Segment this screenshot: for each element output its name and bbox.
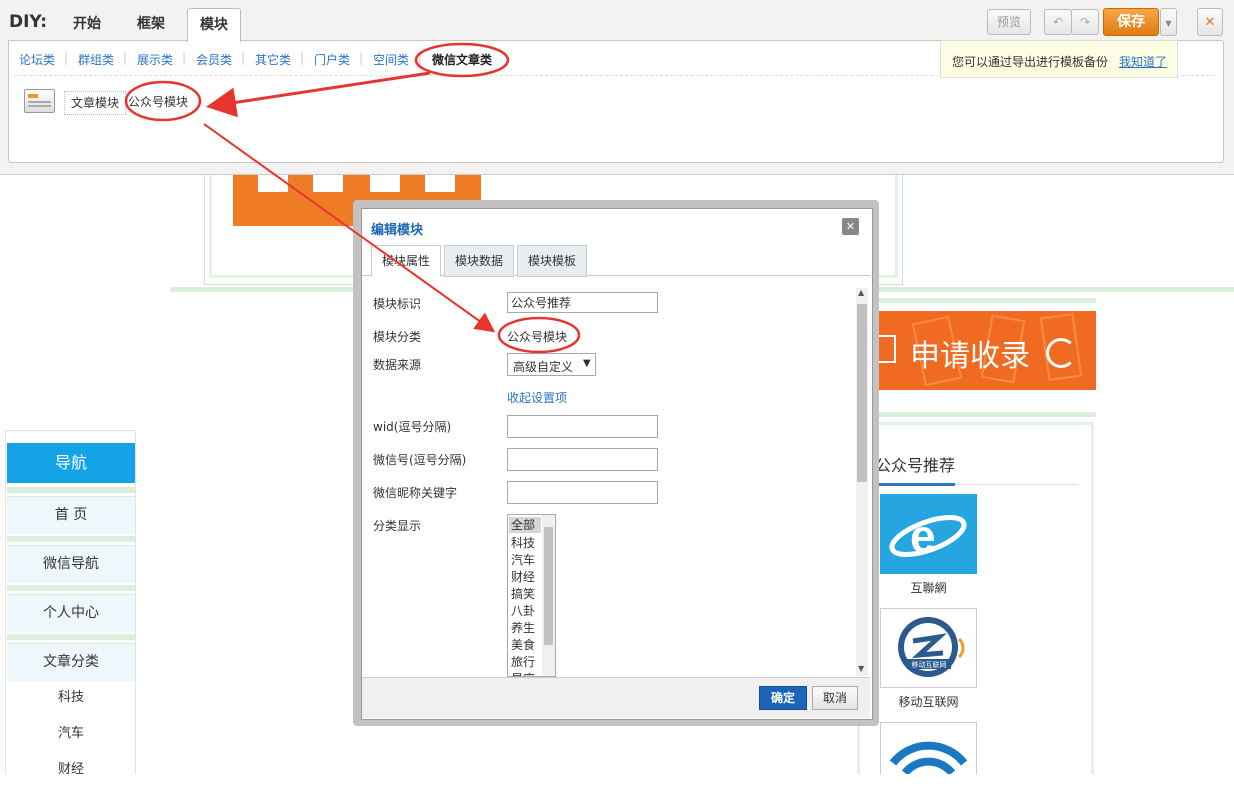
close-icon: ✕	[845, 220, 856, 233]
list-item[interactable]: 全部	[509, 517, 541, 533]
collapse-settings-link[interactable]: 收起设置项	[507, 389, 567, 406]
backup-tip: 您可以通过导出进行模板备份 我知道了	[940, 40, 1178, 78]
undo-icon: ↶	[1052, 15, 1064, 29]
category-display-list[interactable]: 全部 科技 汽车 财经 搞笑 八卦 养生 美食 旅行 星座	[507, 514, 556, 677]
wifi-icon	[889, 741, 968, 774]
nav-sub-auto[interactable]: 汽车	[7, 716, 135, 752]
nav-item-home[interactable]: 首 页	[7, 496, 135, 534]
refresh-icon	[1046, 338, 1076, 368]
preview-button[interactable]: 预览	[987, 9, 1031, 35]
tab-module-data[interactable]: 模块数据	[444, 245, 514, 277]
module-category-value: 公众号模块	[507, 330, 568, 344]
list-item[interactable]: 八卦	[511, 602, 535, 619]
category-other[interactable]: 其它类	[255, 51, 291, 68]
close-button[interactable]: ✕	[1197, 8, 1223, 36]
diy-label: DIY:	[9, 12, 48, 32]
module-id-label: 模块标识	[373, 297, 422, 311]
list-item[interactable]: 星座	[511, 670, 535, 676]
list-scrollbar[interactable]	[542, 515, 555, 676]
tab-module-properties[interactable]: 模块属性	[371, 245, 441, 277]
module-article[interactable]: 文章模块	[64, 91, 127, 115]
list-item[interactable]: 科技	[511, 534, 535, 551]
redo-button[interactable]: ↷	[1071, 9, 1099, 35]
category-member[interactable]: 会员类	[196, 51, 232, 68]
list-item[interactable]: 养生	[511, 619, 535, 636]
undo-button[interactable]: ↶	[1044, 9, 1072, 35]
module-icon	[24, 89, 55, 113]
wechat-id-label: 微信号(逗号分隔)	[373, 453, 467, 467]
ie-logo-icon: e	[889, 510, 967, 562]
category-space[interactable]: 空间类	[373, 51, 409, 68]
scroll-up-icon: ▲	[858, 288, 865, 297]
confirm-button[interactable]: 确定	[759, 686, 807, 710]
account-logo-wifi[interactable]	[880, 722, 977, 774]
save-button[interactable]: 保存	[1103, 8, 1159, 36]
tab-frame[interactable]: 框架	[124, 8, 178, 40]
account-logo-ie[interactable]: e	[880, 494, 977, 574]
dialog-close-button[interactable]: ✕	[842, 218, 859, 235]
recommend-title: 公众号推荐	[875, 456, 956, 475]
data-source-label: 数据来源	[373, 358, 422, 372]
nav-title: 导航	[7, 443, 135, 483]
account-logo-mobile[interactable]: 移动互联网	[880, 608, 977, 688]
chevron-down-icon: ▼	[1165, 19, 1172, 28]
save-dropdown-button[interactable]: ▼	[1160, 8, 1177, 36]
list-item[interactable]: 汽车	[511, 551, 535, 568]
apply-banner[interactable]: 申请收录	[868, 311, 1096, 390]
tip-dismiss-link[interactable]: 我知道了	[1119, 53, 1167, 70]
data-source-value: 高级自定义	[513, 360, 574, 374]
nav-item-personal[interactable]: 个人中心	[7, 594, 135, 632]
nickname-keyword-label: 微信昵称关键字	[373, 486, 458, 500]
recommend-item-label[interactable]: 互聯網	[880, 579, 977, 596]
category-display-label: 分类显示	[373, 519, 422, 533]
scroll-down-icon: ▼	[858, 664, 865, 673]
mobile-internet-logo-icon: 移动互联网	[898, 617, 965, 677]
wid-input[interactable]	[507, 415, 658, 438]
nav-item-wechat[interactable]: 微信导航	[7, 545, 135, 583]
list-item[interactable]: 搞笑	[511, 585, 535, 602]
tip-text: 您可以通过导出进行模板备份	[952, 55, 1109, 69]
list-item[interactable]: 财经	[511, 568, 535, 585]
category-forum[interactable]: 论坛类	[19, 51, 55, 68]
banner-text: 申请收录	[910, 339, 1030, 374]
nickname-keyword-input[interactable]	[507, 481, 658, 504]
nav-sub-tech[interactable]: 科技	[7, 680, 135, 716]
nav-sub-finance[interactable]: 财经	[7, 752, 135, 788]
module-id-input[interactable]: 公众号推荐	[507, 292, 658, 313]
category-group[interactable]: 群组类	[78, 51, 114, 68]
category-display[interactable]: 展示类	[137, 51, 173, 68]
svg-text:e: e	[910, 510, 936, 562]
redo-icon: ↷	[1079, 15, 1091, 29]
dialog-scrollbar[interactable]: ▲ ▼	[856, 288, 868, 676]
recommend-item-label[interactable]: 移动互联网	[880, 693, 977, 710]
chevron-down-icon: ▼	[583, 358, 591, 369]
tab-module-template[interactable]: 模块模板	[517, 245, 587, 277]
tab-module[interactable]: 模块	[187, 8, 241, 42]
list-item[interactable]: 美食	[511, 636, 535, 653]
category-wechat-article[interactable]: 微信文章类	[432, 51, 492, 68]
nav-item-categories[interactable]: 文章分类	[7, 643, 135, 681]
wid-label: wid(逗号分隔)	[373, 420, 452, 434]
data-source-select[interactable]: 高级自定义 ▼	[507, 353, 596, 376]
category-portal[interactable]: 门户类	[314, 51, 350, 68]
list-item[interactable]: 旅行	[511, 653, 535, 670]
scroll-thumb[interactable]	[857, 304, 867, 482]
cancel-button[interactable]: 取消	[812, 686, 858, 710]
dialog-title: 编辑模块	[371, 223, 424, 238]
tab-start[interactable]: 开始	[62, 8, 112, 40]
wechat-id-input[interactable]	[507, 448, 658, 471]
module-official-account[interactable]: 公众号模块	[128, 91, 188, 113]
close-icon: ✕	[1204, 15, 1216, 30]
svg-text:移动互联网: 移动互联网	[912, 660, 947, 669]
module-category-label: 模块分类	[373, 330, 422, 344]
